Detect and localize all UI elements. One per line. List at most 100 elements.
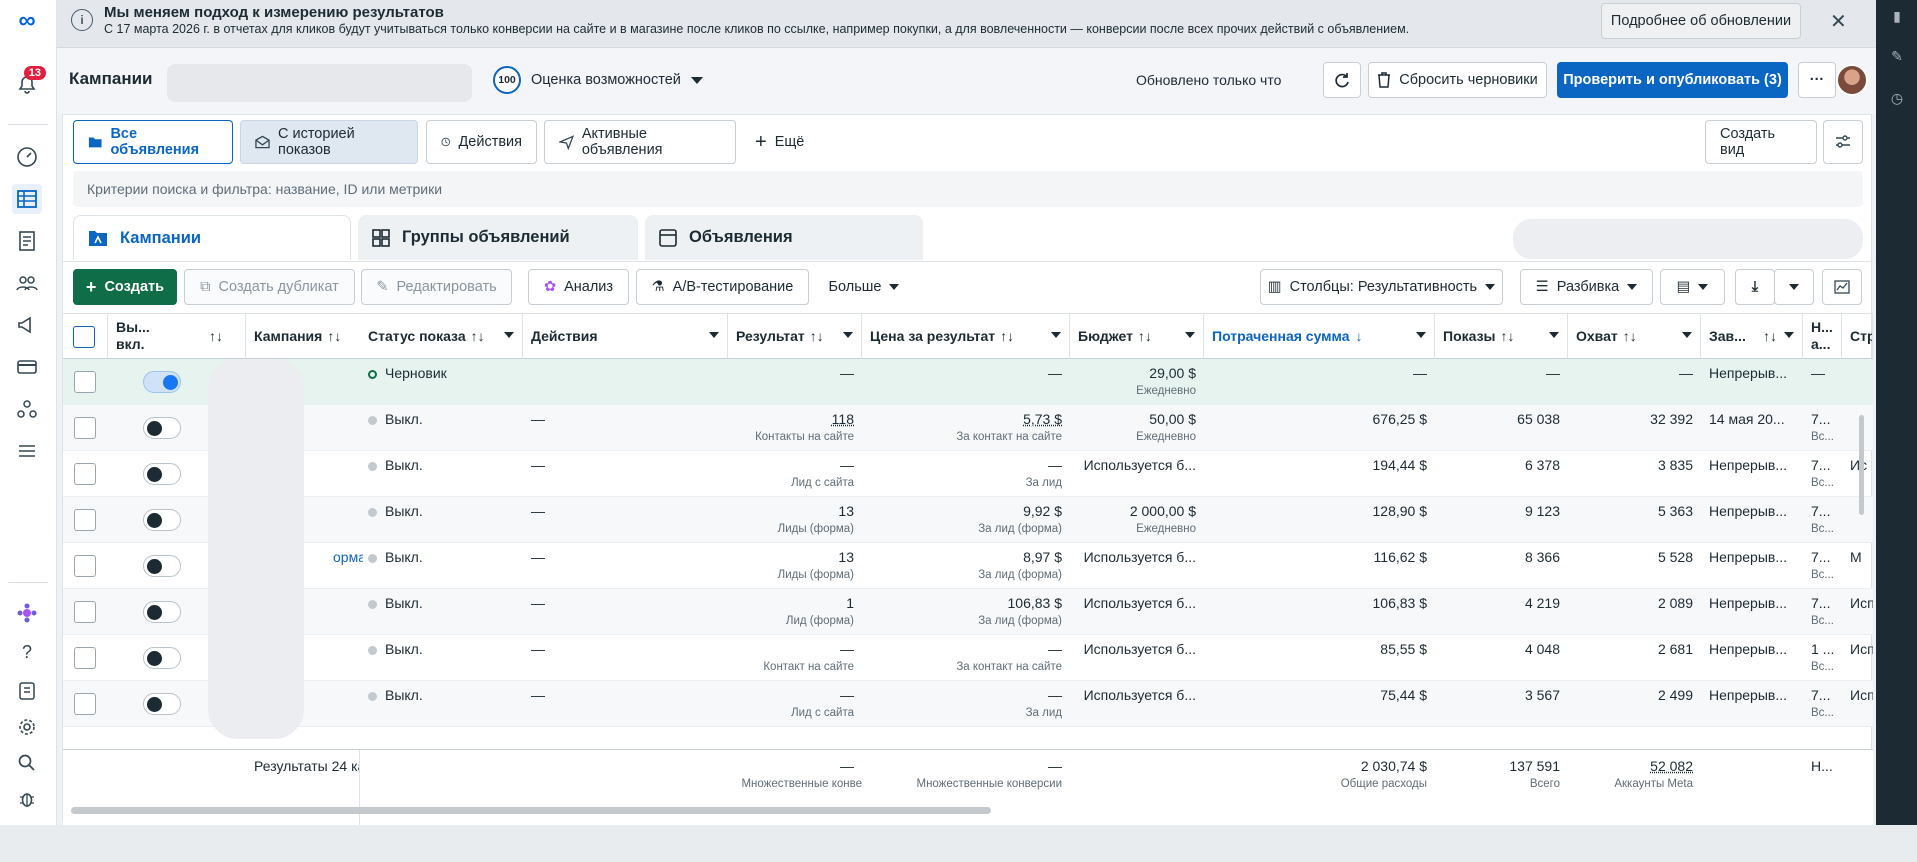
horizontal-scrollbar[interactable] [71, 807, 991, 814]
row-checkbox[interactable] [74, 509, 96, 531]
edit-button[interactable]: ✎ Редактировать [361, 269, 512, 305]
row-checkbox[interactable] [74, 693, 96, 715]
review-and-publish-button[interactable]: Проверить и опубликовать (3) [1557, 62, 1788, 98]
tab-adsets[interactable]: Группы объявлений [358, 215, 638, 260]
more-views-button[interactable]: + Ещё [755, 120, 804, 164]
columns-dropdown[interactable]: ▥ Столбцы: Результативность [1260, 269, 1503, 305]
vertical-scrollbar[interactable] [1859, 415, 1864, 515]
campaign-toggle[interactable] [143, 693, 181, 715]
campaign-toggle[interactable] [143, 601, 181, 623]
help-icon[interactable]: ? [12, 637, 42, 667]
search-icon[interactable] [12, 748, 42, 778]
more-actions-dropdown[interactable]: Больше [819, 269, 909, 305]
table-row[interactable]: Выкл. — — Контакт на сайте — За контакт на са… [63, 635, 1873, 681]
row-checkbox[interactable] [74, 555, 96, 577]
view-settings-button[interactable] [1823, 120, 1863, 164]
column-actions[interactable]: Действия [523, 313, 728, 359]
ab-test-button[interactable]: ⚗ A/B-тестирование [636, 269, 809, 305]
sort-icon: ↑↓ [209, 328, 223, 344]
campaign-toggle[interactable] [143, 647, 181, 669]
breakdown-dropdown[interactable]: ☰ Разбивка [1520, 269, 1653, 305]
right-side-panel-strip: ▮ ✎ ◷ [1876, 0, 1917, 825]
table-row[interactable]: Выкл. — 13 Лиды (форма) 9,92 $ За лид (форма)… [63, 497, 1873, 543]
create-button[interactable]: + Создать [73, 269, 177, 305]
column-impressions[interactable]: Показы ↑↓ [1435, 313, 1568, 359]
row-checkbox[interactable] [74, 463, 96, 485]
history-clock-icon[interactable]: ◷ [1887, 88, 1907, 108]
column-attribution[interactable]: Н... а... [1803, 313, 1842, 359]
column-result[interactable]: Результат ↑↓ [728, 313, 862, 359]
tab-ads[interactable]: Объявления [645, 215, 923, 260]
column-reach[interactable]: Охват ↑↓ [1568, 313, 1701, 359]
campaign-toggle[interactable] [143, 417, 181, 439]
column-ends[interactable]: Зав... ↑↓ [1701, 313, 1803, 359]
all-tools-menu-icon[interactable] [12, 436, 42, 466]
row-checkbox[interactable] [74, 417, 96, 439]
date-range-redacted[interactable] [1513, 219, 1863, 259]
pencil-edit-icon[interactable]: ✎ [1887, 46, 1907, 66]
row-checkbox[interactable] [74, 601, 96, 623]
view-tab-with-history[interactable]: С историей показов [240, 120, 418, 164]
meta-logo-icon[interactable]: ∞ [12, 6, 42, 36]
tab-campaigns[interactable]: Кампании [73, 215, 351, 260]
gauge-icon[interactable] [12, 142, 42, 172]
avatar[interactable] [1836, 64, 1868, 96]
export-options-dropdown[interactable] [1774, 269, 1814, 305]
campaign-name-link[interactable]: орма [333, 543, 363, 589]
analysis-button[interactable]: ✿ Анализ [528, 269, 629, 305]
create-view-button[interactable]: Создать вид [1705, 120, 1817, 164]
settings-gear-icon[interactable] [12, 712, 42, 742]
reports-dropdown[interactable]: ▤ [1660, 269, 1725, 305]
search-placeholder: Критерии поиска и фильтра: название, ID … [87, 181, 443, 197]
audiences-icon[interactable] [12, 268, 42, 298]
charts-button[interactable] [1822, 269, 1862, 305]
row-checkbox[interactable] [74, 371, 96, 393]
reports-icon[interactable] [12, 226, 42, 256]
close-icon[interactable]: ✕ [1830, 9, 1847, 34]
export-button[interactable]: ⤓ [1735, 269, 1775, 305]
view-tab-all-ads[interactable]: Все объявления [73, 120, 233, 164]
select-all-checkbox[interactable] [73, 326, 95, 348]
more-options-button[interactable]: ··· [1798, 62, 1836, 98]
megaphone-icon[interactable] [12, 310, 42, 340]
table-row[interactable]: Выкл. — — Лид с сайта — За лид Используется б.… [63, 451, 1873, 497]
campaign-toggle[interactable] [143, 555, 181, 577]
campaign-toggle[interactable] [143, 371, 181, 393]
cell-cost-sub: За лид [1025, 707, 1062, 719]
cell-budget: Используется б... [1070, 635, 1204, 681]
column-onoff[interactable]: Вы... вкл. ↑↓ [108, 313, 246, 359]
campaign-toggle[interactable] [143, 509, 181, 531]
row-checkbox[interactable] [74, 647, 96, 669]
column-status[interactable]: Статус показа ↑↓ [360, 313, 523, 359]
column-strategy[interactable]: Стр [1842, 313, 1873, 359]
meta-ai-icon[interactable] [12, 598, 42, 628]
column-budget[interactable]: Бюджет ↑↓ [1070, 313, 1204, 359]
bug-report-icon[interactable] [12, 784, 42, 814]
cell-actions: — [523, 635, 728, 681]
column-amount-spent[interactable]: Потраченная сумма ↓ [1204, 313, 1435, 359]
table-row[interactable]: Выкл. — 118 Контакты на сайте 5,73 $ За конта… [63, 405, 1873, 451]
refresh-button[interactable] [1323, 62, 1361, 98]
ads-manager-table-icon[interactable] [12, 184, 42, 214]
search-filter-input[interactable]: Критерии поиска и фильтра: название, ID … [73, 171, 1863, 207]
column-cost-per-result[interactable]: Цена за результат ↑↓ [862, 313, 1070, 359]
account-selector-redacted[interactable] [167, 64, 472, 102]
campaign-toggle[interactable] [143, 463, 181, 485]
chart-bars-icon[interactable]: ▮ [1887, 6, 1907, 26]
billing-card-icon[interactable] [12, 352, 42, 382]
notifications-bell-icon[interactable]: 13 [12, 66, 46, 100]
view-tab-actions[interactable]: Действия [426, 120, 537, 164]
table-row[interactable]: Выкл. — 1 Лид (форма) 106,83 $ За лид (форма)… [63, 589, 1873, 635]
business-network-icon[interactable] [12, 394, 42, 424]
cell-cost-value: — [1048, 641, 1062, 657]
table-row[interactable]: орма Выкл. — 13 Лиды (форма) 8,97 $ За лид (фо… [63, 543, 1873, 589]
reset-drafts-button[interactable]: Сбросить черновики [1368, 62, 1547, 98]
view-tab-actions-label: Действия [458, 134, 522, 150]
learn-more-update-button[interactable]: Подробнее об обновлении [1601, 3, 1801, 39]
opportunity-score-dropdown[interactable]: 100 Оценка возможностей [493, 66, 703, 94]
ad-library-icon[interactable] [12, 676, 42, 706]
duplicate-button[interactable]: ⧉ Создать дубликат [184, 269, 355, 305]
table-row[interactable]: Выкл. — — Лид с сайта — За лид Используется б.… [63, 681, 1873, 727]
view-tab-active-ads[interactable]: Активные объявления [544, 120, 736, 164]
table-row[interactable]: Черновик — — 29,00 $ Ежедневно — — — Непрерыв...… [63, 359, 1873, 405]
